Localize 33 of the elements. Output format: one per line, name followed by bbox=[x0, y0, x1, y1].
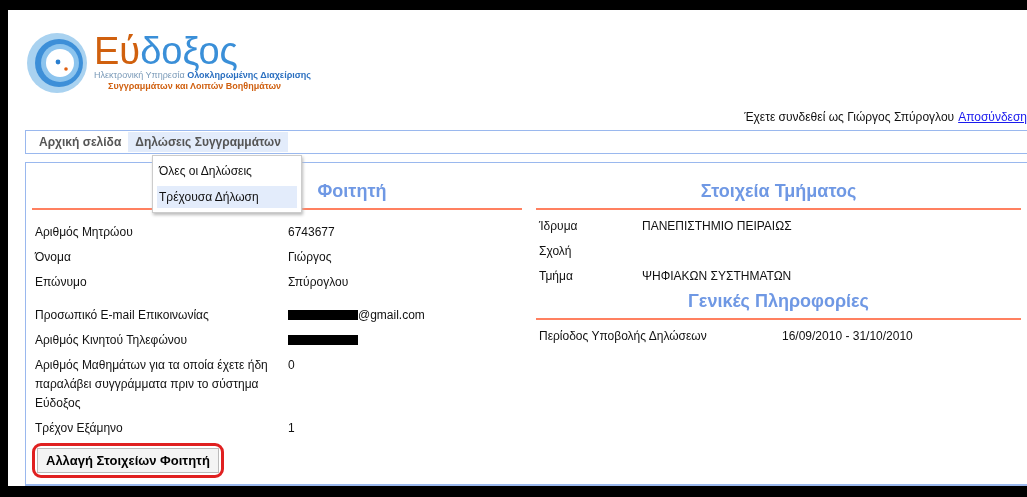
section-heading: Γενικές Πληροφορίες bbox=[536, 289, 1021, 320]
login-status: Έχετε συνδεθεί ως Γιώργος Σπύρογλου bbox=[744, 109, 955, 124]
field-value: 16/09/2010 - 31/10/2010 bbox=[782, 328, 913, 345]
field-label: Περίοδος Υποβολής Δηλώσεων bbox=[539, 328, 708, 345]
field-label: Ίδρυμα bbox=[539, 218, 579, 235]
field-value: 0 bbox=[288, 357, 295, 374]
field-label: Αριθμός Κινητού Τηλεφώνου bbox=[35, 332, 188, 349]
field-label: Επώνυμο bbox=[35, 274, 88, 291]
logo-title: Εύδοξος bbox=[94, 32, 238, 70]
dropdown-item[interactable]: Όλες οι Δηλώσεις bbox=[157, 159, 297, 182]
field-label: Όνομα bbox=[35, 249, 72, 266]
field-label: Τμήμα bbox=[539, 268, 574, 285]
menu-item[interactable]: Αρχική σελίδα bbox=[32, 131, 129, 152]
logo-tagline: Ηλεκτρονική Υπηρεσία Ολοκληρωμένης Διαχείρισης bbox=[94, 70, 312, 81]
field-value: ΠΑΝΕΠΙΣΤΗΜΙΟ ΠΕΙΡΑΙΩΣ bbox=[642, 218, 792, 235]
dropdown-item[interactable]: Τρέχουσα Δήλωση bbox=[157, 185, 297, 208]
field-value: Γιώργος bbox=[288, 249, 332, 266]
field-label: Προσωπικό E-mail Επικοινωνίας bbox=[35, 307, 210, 324]
field-value: 1 bbox=[288, 420, 295, 437]
logout-link[interactable]: Αποσύνδεση bbox=[958, 109, 1027, 124]
field-label: Σχολή bbox=[539, 243, 573, 260]
field-label: Αριθμός Μητρώου bbox=[35, 224, 134, 241]
field-value: Σπύρογλου bbox=[288, 274, 349, 291]
logo-icon bbox=[26, 32, 88, 94]
field-label: Τρέχον Εξάμηνο bbox=[35, 420, 124, 437]
field-value: @gmail.com bbox=[358, 307, 425, 324]
section-heading: Στοιχεία Τμήματος bbox=[536, 173, 1021, 210]
logo-tagline: Συγγραμμάτων και Λοιπών Βοηθημάτων bbox=[107, 81, 283, 92]
change-details-button[interactable]: Αλλαγή Στοιχείων Φοιτητή bbox=[37, 448, 219, 473]
field-value: 6743677 bbox=[288, 224, 335, 241]
field-value: ΨΗΦΙΑΚΩΝ ΣΥΣΤΗΜΑΤΩΝ bbox=[642, 268, 792, 285]
menu-item[interactable]: Δηλώσεις Συγγραμμάτων bbox=[128, 131, 288, 152]
field-label: Αριθμός Μαθημάτων για τα οποία έχετε ήδη παραλάβει συγγράμματα πριν το σύστημα Εύδοξος bbox=[35, 357, 269, 412]
